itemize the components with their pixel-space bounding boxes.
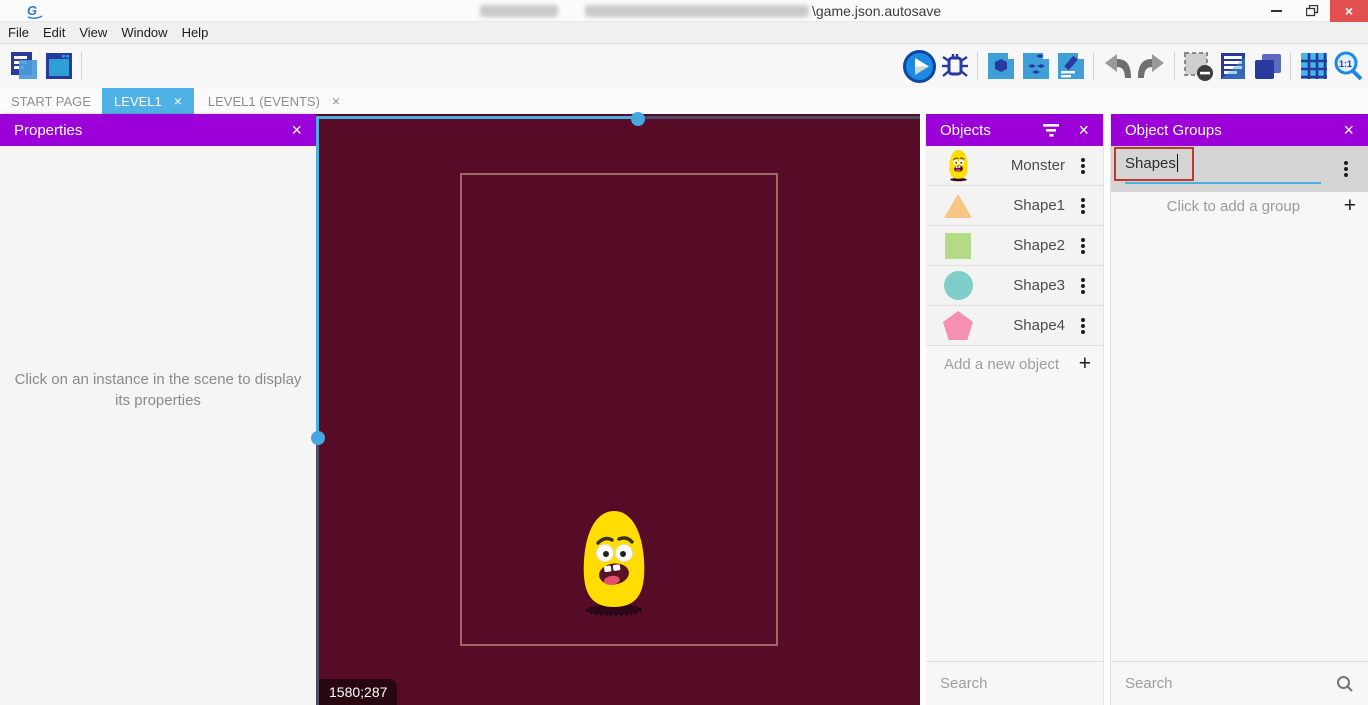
search-icon <box>1336 675 1354 693</box>
v-scrollbar-track-rest[interactable] <box>316 438 319 705</box>
text-caret <box>1177 154 1178 172</box>
close-icon[interactable]: × <box>291 120 302 141</box>
layers-icon[interactable] <box>1250 48 1285 84</box>
object-groups-panel: Object Groups × Shapes Click to add a gr… <box>1110 114 1368 705</box>
close-icon[interactable]: × <box>1078 120 1089 141</box>
menu-bar: File Edit View Window Help <box>0 22 1368 44</box>
redo-icon[interactable] <box>1134 48 1169 84</box>
play-icon[interactable] <box>902 48 937 84</box>
debug-icon[interactable] <box>937 48 972 84</box>
tab-level1[interactable]: LEVEL1 × <box>102 88 194 114</box>
kebab-menu-icon[interactable] <box>1344 167 1348 171</box>
groups-search-input[interactable] <box>1125 675 1336 692</box>
triangle-thumbnail <box>944 194 972 218</box>
plus-icon: + <box>1079 352 1091 376</box>
object-row-shape4[interactable]: Shape4 <box>926 306 1103 346</box>
square-thumbnail <box>945 233 971 259</box>
edit-objects-icon[interactable] <box>1018 48 1053 84</box>
objects-header: Objects × <box>926 114 1103 146</box>
window-title: \game.json.autosave <box>812 3 941 19</box>
main-area: Properties × Click on an instance in the… <box>0 114 1368 705</box>
objects-search-bar <box>926 661 1103 705</box>
project-manager-icon[interactable] <box>6 48 41 84</box>
grid-icon[interactable] <box>1296 48 1331 84</box>
plus-icon: + <box>1344 194 1356 218</box>
close-icon[interactable]: × <box>1343 120 1354 141</box>
instances-list-icon[interactable] <box>1215 48 1250 84</box>
monster-thumbnail <box>942 149 974 182</box>
menu-window[interactable]: Window <box>121 25 178 40</box>
edit-events-icon[interactable] <box>1053 48 1088 84</box>
restore-button[interactable] <box>1294 0 1330 22</box>
restore-icon <box>1306 5 1319 17</box>
h-scrollbar-track-rest[interactable] <box>638 116 920 119</box>
title-bar: G \game.json.autosave × <box>0 0 1368 22</box>
zoom-1-1-icon[interactable]: 1:1 <box>1331 48 1366 84</box>
circle-thumbnail <box>944 271 973 300</box>
gdevelop-logo-icon: G <box>26 3 44 19</box>
edit-scene-icon[interactable] <box>983 48 1018 84</box>
redacted-title-segment <box>480 5 558 17</box>
tab-close-icon[interactable]: × <box>332 93 340 109</box>
mask-instances-icon[interactable] <box>1180 48 1215 84</box>
scene-canvas[interactable]: 1580;287 <box>316 114 920 705</box>
object-groups-title: Object Groups <box>1125 122 1222 139</box>
properties-panel: Properties × Click on an instance in the… <box>0 114 316 705</box>
minimize-button[interactable] <box>1258 0 1294 22</box>
object-groups-header: Object Groups × <box>1111 114 1368 146</box>
svg-text:1:1: 1:1 <box>1339 59 1352 69</box>
tab-close-icon[interactable]: × <box>174 93 182 109</box>
object-row-shape1[interactable]: Shape1 <box>926 186 1103 226</box>
kebab-menu-icon[interactable] <box>1081 284 1085 288</box>
h-scrollbar-thumb[interactable] <box>631 112 645 126</box>
monster-sprite[interactable] <box>576 508 652 618</box>
menu-file[interactable]: File <box>8 25 40 40</box>
cursor-coordinates: 1580;287 <box>319 679 397 705</box>
menu-view[interactable]: View <box>79 25 118 40</box>
v-scrollbar-thumb[interactable] <box>311 431 325 445</box>
tab-bar: START PAGE LEVEL1 × LEVEL1 (EVENTS) × <box>0 88 1368 114</box>
properties-title: Properties <box>14 122 82 139</box>
menu-help[interactable]: Help <box>182 25 220 40</box>
groups-search-bar <box>1111 661 1368 705</box>
object-row-shape2[interactable]: Shape2 <box>926 226 1103 266</box>
group-edit-row: Shapes <box>1111 146 1368 192</box>
redacted-title-segment <box>585 5 809 17</box>
objects-title: Objects <box>940 122 991 139</box>
objects-panel: Objects × Monster Shape1 Shape2 <box>926 114 1104 705</box>
h-scrollbar-track[interactable] <box>316 116 638 119</box>
tab-start-page[interactable]: START PAGE <box>0 88 102 114</box>
group-name-input[interactable]: Shapes <box>1125 146 1344 192</box>
v-scrollbar-track[interactable] <box>316 116 319 438</box>
kebab-menu-icon[interactable] <box>1081 204 1085 208</box>
pentagon-thumbnail <box>943 311 973 340</box>
tab-level1-events[interactable]: LEVEL1 (EVENTS) × <box>194 88 354 114</box>
toolbar: 1:1 <box>0 44 1368 88</box>
add-group-button[interactable]: Click to add a group + <box>1111 192 1368 220</box>
properties-header: Properties × <box>0 114 316 146</box>
kebab-menu-icon[interactable] <box>1081 324 1085 328</box>
svg-text:G: G <box>27 3 37 18</box>
kebab-menu-icon[interactable] <box>1081 244 1085 248</box>
start-page-icon[interactable] <box>41 48 76 84</box>
object-row-shape3[interactable]: Shape3 <box>926 266 1103 306</box>
undo-icon[interactable] <box>1099 48 1134 84</box>
menu-edit[interactable]: Edit <box>43 25 76 40</box>
input-focus-underline <box>1125 182 1321 184</box>
add-object-button[interactable]: Add a new object + <box>926 346 1103 382</box>
filter-icon[interactable] <box>1043 123 1060 137</box>
kebab-menu-icon[interactable] <box>1081 164 1085 168</box>
close-button[interactable]: × <box>1330 0 1368 22</box>
properties-empty-message: Click on an instance in the scene to dis… <box>13 369 303 411</box>
object-row-monster[interactable]: Monster <box>926 146 1103 186</box>
